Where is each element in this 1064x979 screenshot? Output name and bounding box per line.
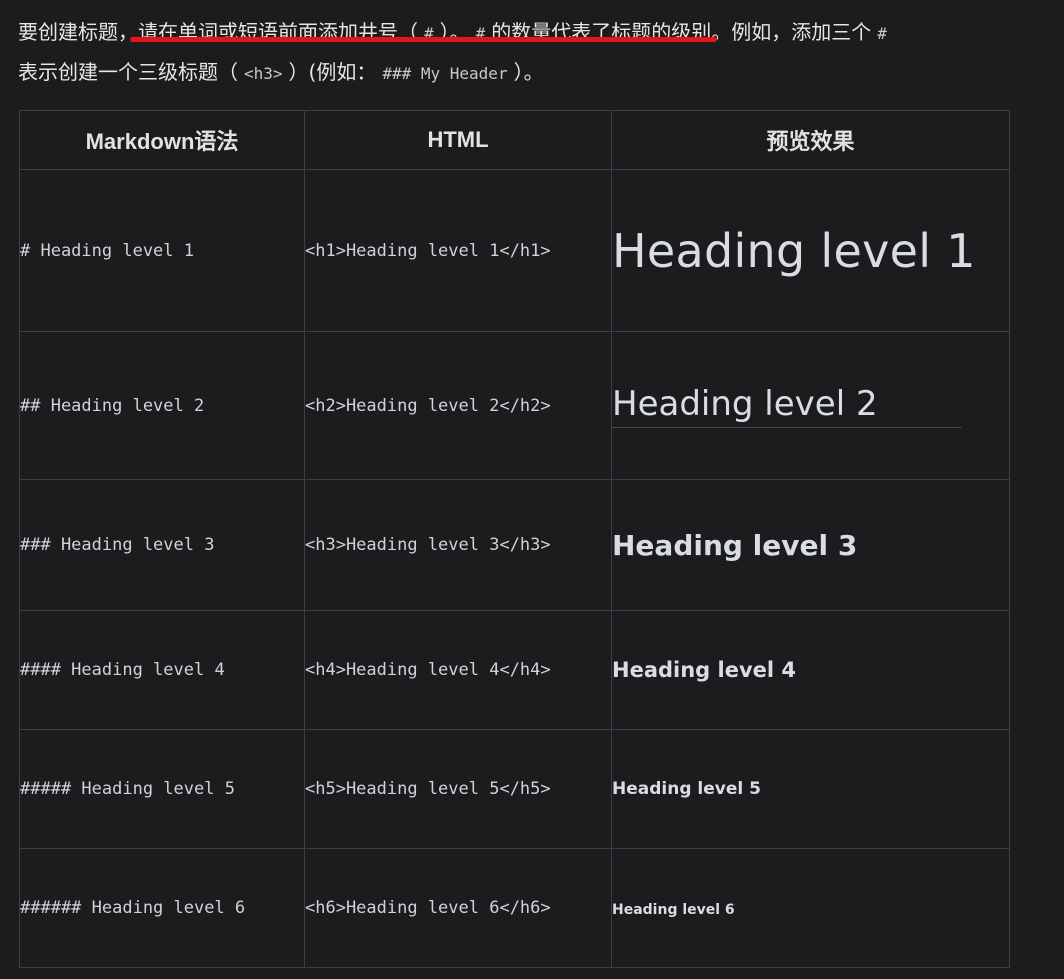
table-header-row: Markdown语法 HTML 预览效果: [19, 110, 1010, 170]
red-underline-annotation: 请在单词或短语前面添加井号（ # ）。 # 的数量代表了标题的级别: [138, 20, 711, 44]
preview-cell: Heading level 3: [611, 479, 1010, 611]
preview-cell: Heading level 4: [611, 610, 1010, 730]
preview-heading-6: Heading level 6: [612, 901, 735, 918]
table-row: ## Heading level 2 <h2>Heading level 2</…: [19, 331, 1010, 480]
table-row: ### Heading level 3 <h3>Heading level 3<…: [19, 479, 1010, 611]
inline-code: #: [475, 24, 486, 43]
preview-cell: Heading level 1: [611, 169, 1010, 332]
preview-heading-4: Heading level 4: [612, 658, 797, 682]
preview-heading-5: Heading level 5: [612, 779, 761, 799]
markdown-syntax-cell: #### Heading level 4: [19, 610, 305, 730]
heading-syntax-table: Markdown语法 HTML 预览效果 # Heading level 1 <…: [19, 110, 1010, 968]
html-syntax-cell: <h4>Heading level 4</h4>: [304, 610, 612, 730]
preview-heading-2: Heading level 2: [612, 384, 962, 428]
preview-cell: Heading level 5: [611, 729, 1010, 849]
column-header-markdown: Markdown语法: [19, 110, 305, 170]
markdown-syntax-cell: # Heading level 1: [19, 169, 305, 332]
intro-text: ）(例如：: [288, 60, 377, 84]
markdown-syntax-cell: ##### Heading level 5: [19, 729, 305, 849]
preview-heading-1: Heading level 1: [612, 223, 976, 278]
inline-code: #: [877, 24, 887, 43]
table-row: #### Heading level 4 <h4>Heading level 4…: [19, 610, 1010, 730]
preview-cell: Heading level 2: [611, 331, 1010, 480]
html-syntax-cell: <h5>Heading level 5</h5>: [304, 729, 612, 849]
table-row: ##### Heading level 5 <h5>Heading level …: [19, 729, 1010, 849]
html-syntax-cell: <h2>Heading level 2</h2>: [304, 331, 612, 480]
preview-heading-3: Heading level 3: [612, 528, 858, 562]
inline-code: ### My Header: [382, 64, 508, 83]
intro-text: ）。: [439, 20, 470, 44]
intro-text: 表示创建一个三级标题（: [18, 60, 238, 84]
html-syntax-cell: <h1>Heading level 1</h1>: [304, 169, 612, 332]
html-syntax-cell: <h3>Heading level 3</h3>: [304, 479, 612, 611]
intro-text: 要创建标题，: [18, 20, 138, 44]
intro-text: ）。: [513, 60, 544, 84]
markdown-syntax-cell: ### Heading level 3: [19, 479, 305, 611]
column-header-preview: 预览效果: [611, 110, 1010, 170]
inline-code: <h3>: [244, 64, 283, 83]
markdown-syntax-cell: ###### Heading level 6: [19, 848, 305, 968]
intro-text: 请在单词或短语前面添加井号（: [138, 20, 418, 44]
table-row: # Heading level 1 <h1>Heading level 1</h…: [19, 169, 1010, 332]
intro-paragraph: 要创建标题，请在单词或短语前面添加井号（ # ）。 # 的数量代表了标题的级别。例如，添…: [18, 12, 1064, 92]
markdown-syntax-cell: ## Heading level 2: [19, 331, 305, 480]
inline-code: #: [424, 24, 434, 43]
table-row: ###### Heading level 6 <h6>Heading level…: [19, 848, 1010, 968]
column-header-html: HTML: [304, 110, 612, 170]
intro-line-2: 表示创建一个三级标题（ <h3> ）(例如： ### My Header ）。: [18, 52, 1064, 92]
intro-text: 的数量代表了标题的级别: [491, 20, 712, 44]
intro-text: 。例如，添加三个: [711, 20, 872, 44]
preview-cell: Heading level 6: [611, 848, 1010, 968]
html-syntax-cell: <h6>Heading level 6</h6>: [304, 848, 612, 968]
intro-line-1: 要创建标题，请在单词或短语前面添加井号（ # ）。 # 的数量代表了标题的级别。例如，添…: [18, 12, 1064, 52]
